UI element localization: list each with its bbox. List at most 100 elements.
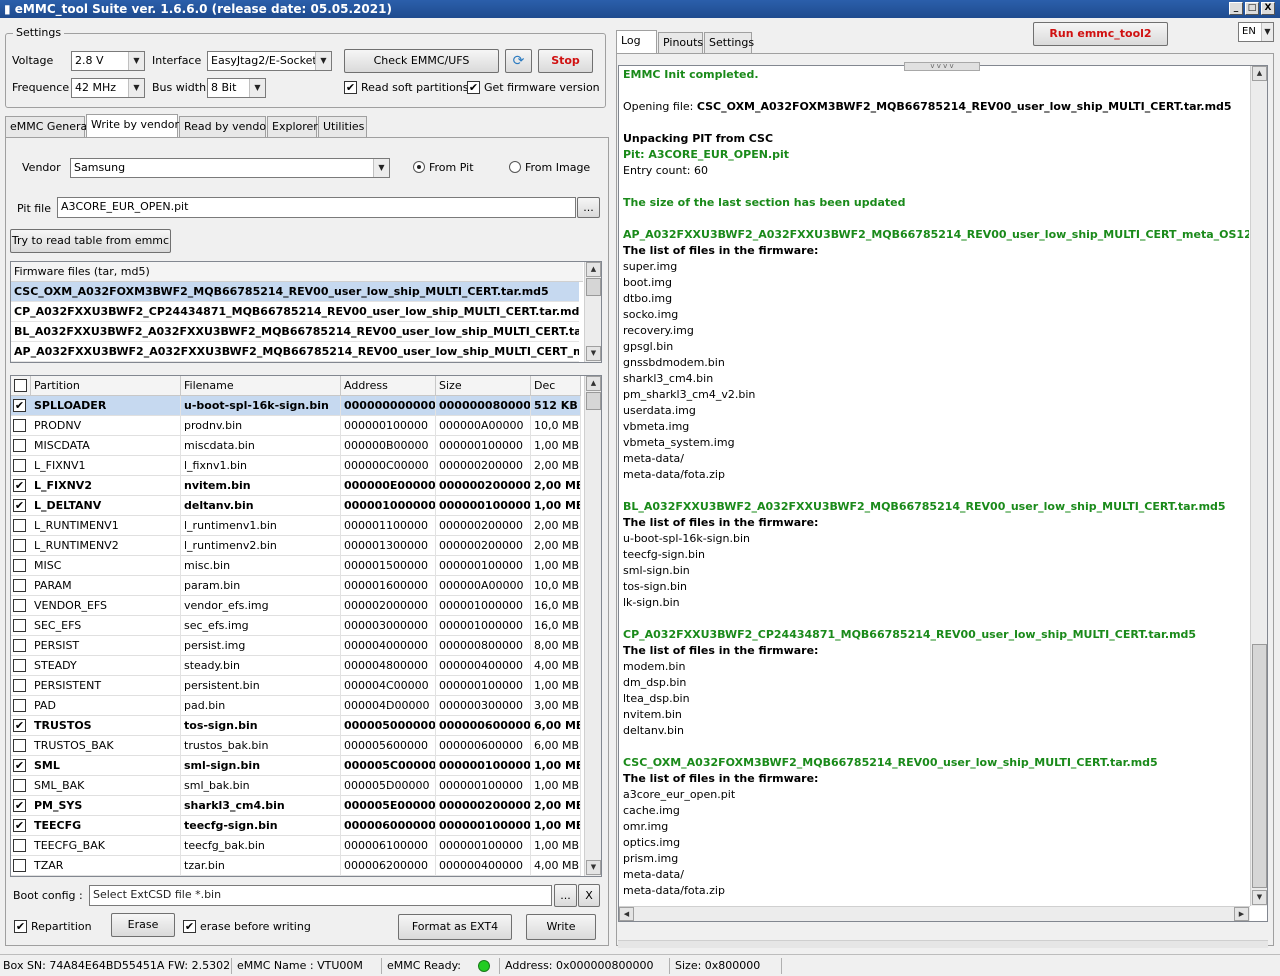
row-checkbox[interactable] bbox=[13, 839, 26, 852]
pit-file-input[interactable]: A3CORE_EUR_OPEN.pit bbox=[57, 197, 576, 218]
minimize-button[interactable]: _ bbox=[1229, 2, 1243, 15]
firmware-file-row[interactable]: BL_A032FXXU3BWF2_A032FXXU3BWF2_MQB667852… bbox=[11, 322, 579, 342]
tab-pinouts[interactable]: Pinouts bbox=[658, 32, 703, 53]
scroll-up-icon[interactable]: ▲ bbox=[1252, 66, 1267, 81]
boot-config-input[interactable]: Select ExtCSD file *.bin bbox=[89, 885, 552, 906]
firmware-file-row[interactable]: CP_A032FXXU3BWF2_CP24434871_MQB66785214_… bbox=[11, 302, 579, 322]
write-button[interactable]: Write bbox=[526, 914, 596, 940]
row-checkbox[interactable]: ✔ bbox=[13, 759, 26, 772]
tab-read-by-vendor[interactable]: Read by vendor bbox=[179, 116, 271, 137]
scroll-thumb[interactable] bbox=[586, 392, 601, 410]
scroll-thumb[interactable] bbox=[1252, 644, 1267, 888]
format-ext4-button[interactable]: Format as EXT4 bbox=[398, 914, 512, 940]
buswidth-select[interactable]: 8 Bit ▼ bbox=[207, 78, 266, 98]
row-checkbox[interactable] bbox=[13, 519, 26, 532]
repartition-checkbox[interactable]: ✔ bbox=[14, 920, 27, 933]
table-row[interactable]: TZAR tzar.bin 000006200000 000000400000 4,00… bbox=[11, 856, 581, 876]
table-row[interactable]: TRUSTOS_BAK trustos_bak.bin 000005600000 00… bbox=[11, 736, 581, 756]
row-checkbox[interactable] bbox=[13, 579, 26, 592]
table-row[interactable]: MISCDATA miscdata.bin 000000B00000 00000010… bbox=[11, 436, 581, 456]
table-row[interactable]: VENDOR_EFS vendor_efs.img 000002000000 0000… bbox=[11, 596, 581, 616]
tab-write-by-vendor[interactable]: Write by vendor bbox=[86, 114, 179, 137]
interface-select[interactable]: EasyJtag2/E-Socket ▼ bbox=[207, 51, 332, 71]
table-row[interactable]: ✔ L_FIXNV2 nvitem.bin 000000E00000 000000200… bbox=[11, 476, 581, 496]
scroll-down-icon[interactable]: ▼ bbox=[586, 346, 601, 361]
from-image-radio[interactable] bbox=[509, 161, 521, 173]
log-vscrollbar[interactable]: ▲ ▼ bbox=[1250, 66, 1267, 906]
table-row[interactable]: ✔ SML sml-sign.bin 000005C00000 000000100000… bbox=[11, 756, 581, 776]
frequence-select[interactable]: 42 MHz ▼ bbox=[71, 78, 145, 98]
log-hscrollbar[interactable]: ◀ ▶ bbox=[619, 906, 1250, 921]
partition-scrollbar[interactable]: ▲ ▼ bbox=[584, 376, 601, 876]
col-address[interactable]: Address bbox=[341, 376, 436, 396]
firmware-file-row[interactable]: CSC_OXM_A032FOXM3BWF2_MQB66785214_REV00_… bbox=[11, 282, 579, 302]
erase-before-writing-checkbox[interactable]: ✔ bbox=[183, 920, 196, 933]
log-splitter[interactable]: v v v v bbox=[904, 62, 980, 71]
table-row[interactable]: ✔ PM_SYS sharkl3_cm4.bin 000005E00000 000000… bbox=[11, 796, 581, 816]
table-row[interactable]: MISC misc.bin 000001500000 000000100000 1,00… bbox=[11, 556, 581, 576]
tab-explorer[interactable]: Explorer bbox=[267, 116, 318, 137]
table-row[interactable]: PERSISTENT persistent.bin 000004C00000 0000… bbox=[11, 676, 581, 696]
try-read-table-button[interactable]: Try to read table from emmc bbox=[10, 229, 171, 253]
row-checkbox[interactable]: ✔ bbox=[13, 399, 26, 412]
scroll-right-icon[interactable]: ▶ bbox=[1234, 907, 1249, 921]
table-row[interactable]: TEECFG_BAK teecfg_bak.bin 000006100000 0000… bbox=[11, 836, 581, 856]
close-button[interactable]: X bbox=[1261, 2, 1275, 15]
scroll-thumb[interactable] bbox=[586, 278, 601, 296]
select-all-header[interactable] bbox=[11, 376, 31, 396]
row-checkbox[interactable] bbox=[13, 539, 26, 552]
table-row[interactable]: PAD pad.bin 000004D00000 000000300000 3,00 M… bbox=[11, 696, 581, 716]
row-checkbox[interactable] bbox=[13, 739, 26, 752]
select-all-checkbox[interactable] bbox=[14, 379, 27, 392]
pit-browse-button[interactable]: ... bbox=[577, 197, 600, 218]
row-checkbox[interactable] bbox=[13, 679, 26, 692]
row-checkbox[interactable] bbox=[13, 619, 26, 632]
row-checkbox[interactable]: ✔ bbox=[13, 479, 26, 492]
table-row[interactable]: ✔ TEECFG teecfg-sign.bin 000006000000 000000… bbox=[11, 816, 581, 836]
firmware-file-row[interactable]: AP_A032FXXU3BWF2_A032FXXU3BWF2_MQB667852… bbox=[11, 342, 579, 362]
table-row[interactable]: ✔ L_DELTANV deltanv.bin 000001000000 0000001… bbox=[11, 496, 581, 516]
maximize-button[interactable]: □ bbox=[1245, 2, 1259, 15]
row-checkbox[interactable] bbox=[13, 639, 26, 652]
vendor-select[interactable]: Samsung ▼ bbox=[70, 158, 390, 178]
boot-clear-button[interactable]: X bbox=[578, 884, 600, 907]
scroll-down-icon[interactable]: ▼ bbox=[1252, 890, 1267, 905]
table-row[interactable]: PRODNV prodnv.bin 000000100000 000000A00000… bbox=[11, 416, 581, 436]
tab-log[interactable]: Log bbox=[616, 30, 657, 53]
scroll-down-icon[interactable]: ▼ bbox=[586, 860, 601, 875]
voltage-select[interactable]: 2.8 V ▼ bbox=[71, 51, 145, 71]
row-checkbox[interactable] bbox=[13, 779, 26, 792]
run-emmc-tool2-button[interactable]: Run emmc_tool2 bbox=[1033, 22, 1168, 46]
row-checkbox[interactable]: ✔ bbox=[13, 499, 26, 512]
row-checkbox[interactable] bbox=[13, 439, 26, 452]
table-row[interactable]: SEC_EFS sec_efs.img 000003000000 0000010000… bbox=[11, 616, 581, 636]
language-select[interactable]: EN ▼ bbox=[1238, 22, 1274, 42]
scroll-left-icon[interactable]: ◀ bbox=[619, 907, 634, 921]
table-row[interactable]: L_RUNTIMENV2 l_runtimenv2.bin 000001300000… bbox=[11, 536, 581, 556]
tab-utilities[interactable]: Utilities bbox=[318, 116, 367, 137]
table-row[interactable]: ✔ SPLLOADER u-boot-spl-16k-sign.bin 0000000… bbox=[11, 396, 581, 416]
table-row[interactable]: PERSIST persist.img 000004000000 0000008000… bbox=[11, 636, 581, 656]
scroll-up-icon[interactable]: ▲ bbox=[586, 376, 601, 391]
firmware-scrollbar[interactable]: ▲ ▼ bbox=[584, 262, 601, 362]
log-textbox[interactable]: EMMC Init completed. Opening file: CSC_OX… bbox=[618, 65, 1268, 922]
row-checkbox[interactable] bbox=[13, 459, 26, 472]
table-row[interactable]: L_RUNTIMENV1 l_runtimenv1.bin 000001100000… bbox=[11, 516, 581, 536]
stop-button[interactable]: Stop bbox=[538, 49, 593, 73]
from-pit-radio[interactable] bbox=[413, 161, 425, 173]
table-row[interactable]: SML_BAK sml_bak.bin 000005D00000 0000001000… bbox=[11, 776, 581, 796]
col-partition[interactable]: Partition bbox=[31, 376, 181, 396]
tab-settings[interactable]: Settings bbox=[704, 32, 754, 53]
row-checkbox[interactable] bbox=[13, 699, 26, 712]
get-firmware-version-checkbox[interactable]: ✔ bbox=[467, 81, 480, 94]
col-filename[interactable]: Filename bbox=[181, 376, 341, 396]
row-checkbox[interactable] bbox=[13, 599, 26, 612]
table-row[interactable]: ✔ TRUSTOS tos-sign.bin 000005000000 00000060… bbox=[11, 716, 581, 736]
col-size[interactable]: Size bbox=[436, 376, 531, 396]
scroll-up-icon[interactable]: ▲ bbox=[586, 262, 601, 277]
row-checkbox[interactable] bbox=[13, 659, 26, 672]
row-checkbox[interactable]: ✔ bbox=[13, 799, 26, 812]
boot-browse-button[interactable]: ... bbox=[554, 884, 577, 907]
row-checkbox[interactable] bbox=[13, 559, 26, 572]
row-checkbox[interactable]: ✔ bbox=[13, 719, 26, 732]
